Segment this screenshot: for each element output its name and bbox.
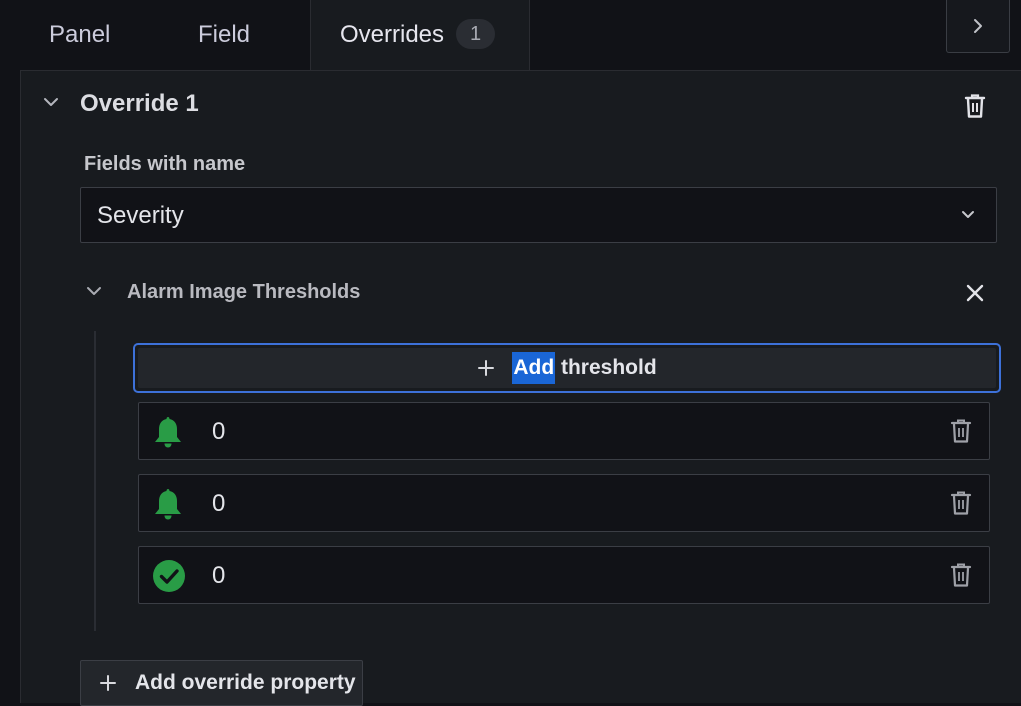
chevron-down-icon bbox=[962, 211, 974, 218]
threshold-row[interactable]: 0 bbox=[138, 546, 990, 604]
bell-icon[interactable] bbox=[152, 487, 184, 521]
chevron-down-icon[interactable] bbox=[42, 95, 60, 109]
tab-bar: Panel Field Overrides 1 bbox=[0, 0, 1021, 70]
overrides-content: Override 1 Fields with name Severity Ala… bbox=[20, 70, 1021, 706]
threshold-row[interactable]: 0 bbox=[138, 402, 990, 460]
override-title: Override 1 bbox=[80, 90, 199, 117]
chevron-right-icon bbox=[974, 19, 982, 33]
overrides-count-badge: 1 bbox=[456, 18, 496, 49]
close-icon[interactable] bbox=[964, 282, 986, 304]
matcher-label: Fields with name bbox=[84, 153, 246, 175]
add-override-property-label: Add override property bbox=[135, 671, 356, 694]
collapse-pane-button[interactable] bbox=[946, 0, 1010, 53]
bell-icon[interactable] bbox=[152, 415, 184, 449]
plus-icon bbox=[477, 359, 495, 377]
selected-text: Add bbox=[512, 352, 556, 384]
property-rail bbox=[94, 331, 96, 631]
chevron-down-icon[interactable] bbox=[85, 284, 103, 298]
property-title: Alarm Image Thresholds bbox=[127, 281, 361, 303]
override-header[interactable]: Override 1 bbox=[21, 71, 1021, 137]
tab-overrides-label: Overrides bbox=[340, 21, 445, 48]
add-override-property-button[interactable]: Add override property bbox=[80, 660, 363, 706]
plus-icon bbox=[99, 674, 117, 692]
add-threshold-button[interactable]: Add threshold bbox=[133, 343, 1001, 393]
threshold-row[interactable]: 0 bbox=[138, 474, 990, 532]
field-name-select[interactable]: Severity bbox=[80, 187, 997, 243]
add-threshold-inner: Add threshold bbox=[138, 348, 996, 388]
check-circle-icon[interactable] bbox=[152, 559, 186, 593]
threshold-value[interactable]: 0 bbox=[212, 490, 225, 518]
trash-icon[interactable] bbox=[950, 490, 972, 516]
trash-icon[interactable] bbox=[950, 418, 972, 444]
threshold-value[interactable]: 0 bbox=[212, 418, 225, 446]
trash-icon[interactable] bbox=[950, 562, 972, 588]
threshold-value[interactable]: 0 bbox=[212, 562, 225, 590]
tab-panel[interactable]: Panel bbox=[49, 0, 110, 70]
tab-field[interactable]: Field bbox=[198, 0, 250, 70]
add-threshold-label: threshold bbox=[555, 356, 657, 379]
field-name-value: Severity bbox=[97, 202, 184, 229]
tab-overrides[interactable]: Overrides 1 bbox=[310, 0, 530, 70]
trash-icon[interactable] bbox=[964, 93, 986, 119]
